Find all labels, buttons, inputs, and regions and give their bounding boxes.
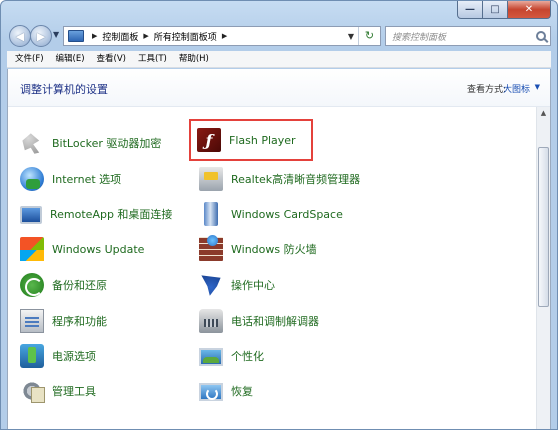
power-options-icon bbox=[20, 344, 44, 368]
address-bar[interactable]: ▶ 控制面板 ▶ 所有控制面板项 ▶ ▼ ↻ bbox=[63, 26, 381, 46]
breadcrumb-control-panel[interactable]: 控制面板 bbox=[102, 30, 138, 43]
item-label: 电源选项 bbox=[52, 350, 96, 363]
item-realtek-audio[interactable]: Realtek高清晰音频管理器 bbox=[199, 165, 360, 193]
breadcrumb-separator-icon[interactable]: ▶ bbox=[143, 32, 148, 40]
item-label: 个性化 bbox=[231, 350, 264, 363]
breadcrumb-separator-icon[interactable]: ▶ bbox=[92, 32, 97, 40]
item-label: Internet 选项 bbox=[52, 173, 122, 186]
forward-button[interactable]: ▶ bbox=[30, 25, 52, 47]
item-flash-player[interactable]: ƒ Flash Player bbox=[189, 119, 313, 161]
backup-icon bbox=[20, 273, 44, 297]
refresh-icon[interactable]: ↻ bbox=[358, 27, 380, 45]
item-phone-modem[interactable]: 电话和调制解调器 bbox=[199, 307, 319, 335]
back-button[interactable]: ◀ bbox=[9, 25, 31, 47]
menu-bar: 文件(F) 编辑(E) 查看(V) 工具(T) 帮助(H) bbox=[7, 51, 551, 68]
item-remoteapp[interactable]: RemoteApp 和桌面连接 bbox=[20, 200, 172, 228]
recovery-icon bbox=[199, 383, 223, 401]
item-label: 管理工具 bbox=[52, 385, 96, 398]
item-label: 备份和还原 bbox=[52, 279, 107, 292]
item-windows-update[interactable]: Windows Update bbox=[20, 235, 144, 263]
remoteapp-icon bbox=[20, 206, 42, 224]
cardspace-icon bbox=[204, 202, 218, 226]
bitlocker-icon bbox=[22, 133, 40, 154]
action-center-icon bbox=[201, 275, 221, 296]
item-label: 电话和调制解调器 bbox=[231, 315, 319, 328]
item-label: Flash Player bbox=[229, 133, 296, 147]
item-label: RemoteApp 和桌面连接 bbox=[50, 208, 173, 221]
item-power-options[interactable]: 电源选项 bbox=[20, 342, 96, 370]
admin-tools-icon bbox=[20, 379, 45, 403]
item-label: 操作中心 bbox=[231, 279, 275, 292]
close-button[interactable]: ✕ bbox=[508, 1, 551, 19]
breadcrumb-separator-icon[interactable]: ▶ bbox=[222, 32, 227, 40]
internet-options-icon bbox=[20, 167, 44, 191]
search-box[interactable]: 搜索控制面板 bbox=[385, 26, 551, 46]
breadcrumb-all-items[interactable]: 所有控制面板项 bbox=[154, 30, 217, 43]
flash-icon: ƒ bbox=[197, 128, 221, 152]
firewall-icon bbox=[199, 235, 223, 261]
window-controls: — □ ✕ bbox=[457, 1, 551, 19]
scroll-up-icon[interactable]: ▲ bbox=[537, 107, 550, 120]
vertical-scrollbar[interactable]: ▲ bbox=[536, 107, 550, 429]
scrollbar-thumb[interactable] bbox=[538, 147, 549, 307]
item-action-center[interactable]: 操作中心 bbox=[199, 271, 275, 299]
menu-file[interactable]: 文件(F) bbox=[9, 51, 50, 68]
item-internet-options[interactable]: Internet 选项 bbox=[20, 165, 121, 193]
address-dropdown-icon[interactable]: ▼ bbox=[344, 32, 358, 41]
realtek-audio-icon bbox=[199, 167, 223, 191]
item-label: Windows CardSpace bbox=[231, 207, 343, 221]
item-admin-tools[interactable]: 管理工具 bbox=[20, 377, 96, 405]
content-pane: 调整计算机的设置 查看方式: 大图标 ▼ BitLocker 驱动器加密 Int… bbox=[7, 69, 551, 429]
item-windows-firewall[interactable]: Windows 防火墙 bbox=[199, 235, 317, 263]
arrow-right-icon: ▶ bbox=[36, 29, 46, 43]
item-bitlocker[interactable]: BitLocker 驱动器加密 bbox=[20, 129, 161, 157]
control-panel-icon bbox=[68, 30, 84, 42]
item-label: Windows Update bbox=[52, 242, 145, 256]
address-tail: ▼ ↻ bbox=[344, 27, 380, 45]
search-icon[interactable] bbox=[536, 31, 546, 41]
item-label: Realtek高清晰音频管理器 bbox=[231, 173, 361, 186]
maximize-button[interactable]: □ bbox=[483, 1, 508, 19]
minimize-button[interactable]: — bbox=[457, 1, 483, 19]
page-title: 调整计算机的设置 bbox=[20, 83, 108, 96]
view-by-dropdown[interactable]: 大图标 bbox=[503, 82, 530, 95]
programs-icon bbox=[20, 309, 44, 333]
view-by-label: 查看方式: bbox=[466, 85, 506, 95]
content-header: 调整计算机的设置 查看方式: 大图标 ▼ bbox=[8, 69, 550, 107]
recent-pages-dropdown[interactable]: ▼ bbox=[53, 30, 59, 39]
item-programs-features[interactable]: 程序和功能 bbox=[20, 307, 107, 335]
item-label: BitLocker 驱动器加密 bbox=[52, 137, 162, 150]
window-frame: — □ ✕ ◀ ▶ ▼ ▶ 控制面板 ▶ 所有控制面板项 ▶ ▼ ↻ 搜索控制面… bbox=[0, 0, 558, 430]
menu-help[interactable]: 帮助(H) bbox=[173, 51, 215, 68]
item-label: 恢复 bbox=[231, 385, 253, 398]
phone-modem-icon bbox=[199, 309, 223, 333]
search-input[interactable]: 搜索控制面板 bbox=[392, 30, 446, 43]
menu-tools[interactable]: 工具(T) bbox=[132, 51, 173, 68]
menu-edit[interactable]: 编辑(E) bbox=[50, 51, 91, 68]
item-personalization[interactable]: 个性化 bbox=[199, 342, 264, 370]
arrow-left-icon: ◀ bbox=[15, 29, 25, 43]
navigation-bar: ◀ ▶ ▼ ▶ 控制面板 ▶ 所有控制面板项 ▶ ▼ ↻ 搜索控制面板 bbox=[7, 24, 551, 48]
chevron-down-icon[interactable]: ▼ bbox=[535, 83, 540, 91]
item-recovery[interactable]: 恢复 bbox=[199, 377, 253, 405]
personalization-icon bbox=[199, 348, 223, 366]
item-cardspace[interactable]: Windows CardSpace bbox=[199, 200, 343, 228]
item-backup-restore[interactable]: 备份和还原 bbox=[20, 271, 107, 299]
windows-update-icon bbox=[20, 237, 44, 261]
item-label: 程序和功能 bbox=[52, 315, 107, 328]
menu-view[interactable]: 查看(V) bbox=[91, 51, 132, 68]
item-label: Windows 防火墙 bbox=[231, 243, 317, 256]
